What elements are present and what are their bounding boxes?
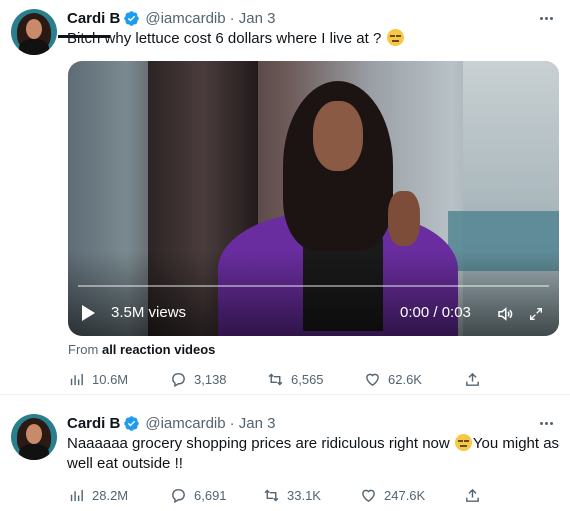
reply-count: 3,138 [194, 371, 227, 387]
share-button[interactable] [464, 485, 488, 505]
tweet-actions: 28.2M 6,691 33.1K 247.6K [0, 485, 570, 505]
analytics-button[interactable]: 28.2M [68, 485, 128, 505]
tweet-text: Naaaaaa grocery shopping prices are ridi… [67, 434, 562, 474]
analytics-icon [70, 373, 83, 385]
like-icon [362, 489, 375, 502]
like-count: 247.6K [384, 487, 426, 503]
reply-button[interactable]: 3,138 [170, 369, 227, 389]
views-count: 28.2M [92, 487, 129, 503]
share-icon [466, 488, 479, 502]
reply-count: 6,691 [194, 487, 227, 503]
like-button[interactable]: 247.6K [360, 485, 425, 505]
analytics-icon [70, 489, 83, 501]
like-button[interactable]: 62.6K [364, 369, 422, 389]
reply-icon [172, 372, 185, 387]
verified-badge-icon [124, 415, 140, 431]
avatar[interactable] [11, 414, 57, 460]
reply-button[interactable]: 6,691 [170, 485, 227, 505]
from-prefix: From [68, 342, 99, 357]
display-name[interactable]: Cardi B [67, 415, 120, 432]
tweet-divider [0, 394, 570, 395]
like-count: 62.6K [388, 371, 422, 387]
reply-icon [172, 488, 185, 503]
from-attribution: From all reaction videos [68, 342, 215, 357]
views-count: 10.6M [92, 371, 129, 387]
play-icon[interactable] [82, 305, 95, 321]
volume-icon[interactable] [496, 305, 514, 323]
more-icon[interactable] [534, 414, 558, 432]
timestamp[interactable]: · Jan 3 [230, 415, 276, 432]
retweet-count: 33.1K [287, 487, 321, 503]
handle[interactable]: @iamcardib [145, 415, 225, 432]
retweet-button[interactable]: 33.1K [263, 485, 321, 505]
like-icon [366, 373, 379, 386]
tweet-text-part-a: Naaaaaa grocery shopping prices are ridi… [67, 435, 450, 452]
video-views: 3.5M views [111, 304, 187, 321]
expressionless-emoji-icon [454, 434, 472, 451]
retweet-icon [264, 489, 279, 501]
video-time: 0:00 / 0:03 [400, 304, 471, 321]
share-button[interactable] [464, 369, 488, 389]
retweet-count: 6,565 [291, 371, 324, 387]
tweet-header: Cardi B @iamcardib · Jan 3 [67, 413, 275, 433]
video-progress-bar[interactable] [78, 285, 549, 287]
retweet-button[interactable]: 6,565 [267, 369, 324, 389]
share-icon [466, 372, 479, 386]
from-link[interactable]: all reaction videos [102, 342, 215, 357]
tweet-2[interactable]: Cardi B @iamcardib · Jan 3 Naaaaaa groce… [0, 0, 570, 503]
fullscreen-icon[interactable] [528, 306, 544, 322]
tweet-actions: 10.6M 3,138 6,565 62.6K [0, 369, 570, 389]
retweet-icon [268, 373, 283, 385]
analytics-button[interactable]: 10.6M [68, 369, 128, 389]
